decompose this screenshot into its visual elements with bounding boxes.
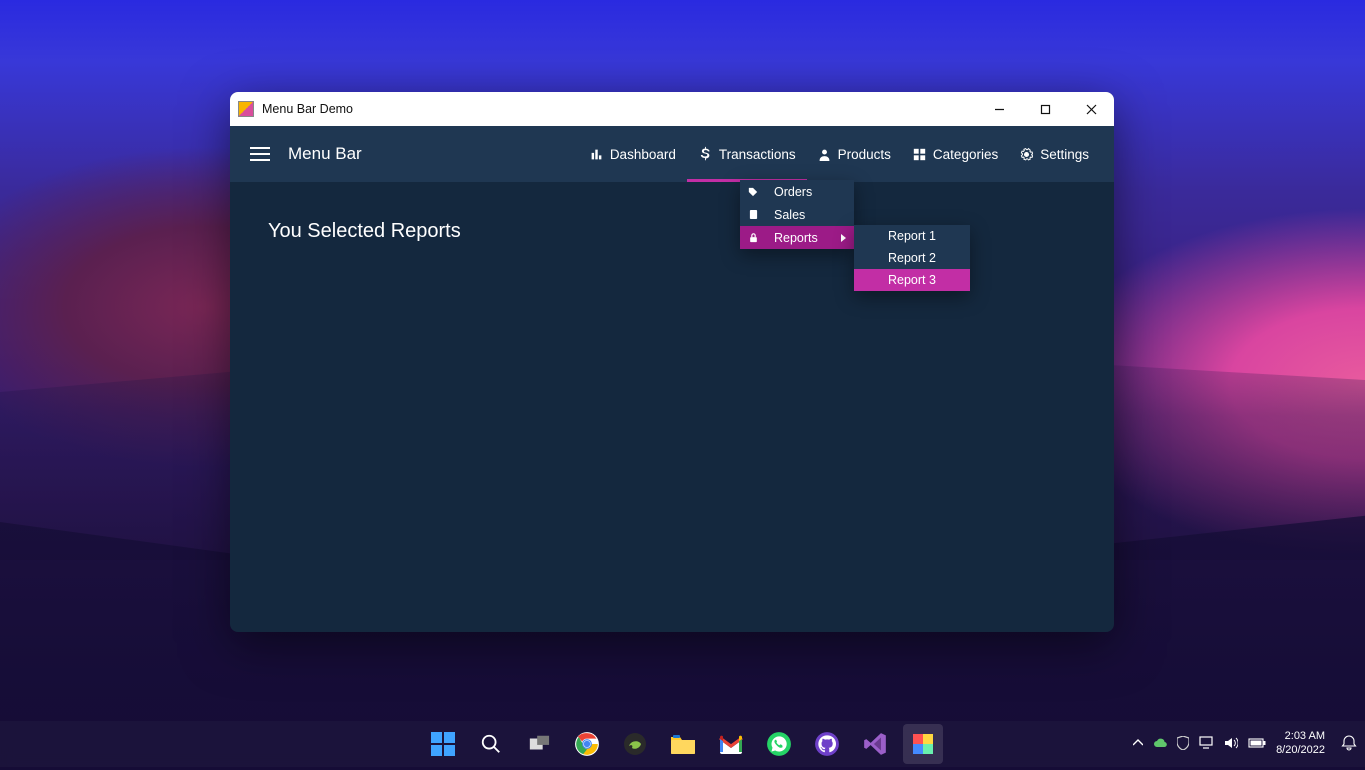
gmail-icon [718, 734, 744, 754]
dropdown-item-reports[interactable]: Reports [740, 226, 854, 249]
tray-cloud-icon[interactable] [1153, 737, 1167, 752]
maximize-button[interactable] [1022, 92, 1068, 126]
nav-label: Categories [933, 147, 998, 162]
tray-date-text: 8/20/2022 [1276, 744, 1325, 758]
search-button[interactable] [471, 724, 511, 764]
nav-label: Settings [1040, 147, 1089, 162]
app-window: Menu Bar Demo Menu Bar Dashboard [230, 92, 1114, 632]
close-button[interactable] [1068, 92, 1114, 126]
gear-icon [1020, 148, 1033, 161]
tray-notification-icon[interactable] [1341, 735, 1357, 754]
whatsapp-icon [766, 731, 792, 757]
taskbar-whatsapp[interactable] [759, 724, 799, 764]
window-title: Menu Bar Demo [262, 102, 976, 116]
nav-dashboard[interactable]: Dashboard [579, 126, 687, 182]
taskbar-running-app[interactable] [903, 724, 943, 764]
nav-label: Products [838, 147, 891, 162]
dropdown-label: Orders [774, 185, 812, 199]
nav: Dashboard Transactions Products Categori… [579, 126, 1100, 182]
tray-volume-icon[interactable] [1224, 737, 1238, 752]
start-button[interactable] [423, 724, 463, 764]
dropdown-item-orders[interactable]: Orders [740, 180, 854, 203]
menubar: Menu Bar Dashboard Transactions Products [230, 126, 1114, 182]
transactions-dropdown: Orders Sales Reports [740, 180, 854, 249]
taskbar-github[interactable] [807, 724, 847, 764]
system-tray: 2:03 AM 8/20/2022 [1133, 730, 1357, 758]
reports-submenu: Report 1 Report 2 Report 3 [854, 225, 970, 291]
submenu-label: Report 2 [888, 251, 936, 265]
app-icon [238, 101, 254, 117]
submenu-item-report2[interactable]: Report 2 [854, 247, 970, 269]
taskview-button[interactable] [519, 724, 559, 764]
nav-label: Transactions [719, 147, 796, 162]
dropdown-label: Reports [774, 231, 818, 245]
taskbar: 2:03 AM 8/20/2022 [0, 721, 1365, 767]
dollar-icon [698, 146, 712, 162]
taskbar-explorer[interactable] [663, 724, 703, 764]
tray-clock[interactable]: 2:03 AM 8/20/2022 [1276, 730, 1325, 758]
search-icon [480, 733, 502, 755]
dropdown-item-sales[interactable]: Sales [740, 203, 854, 226]
titlebar[interactable]: Menu Bar Demo [230, 92, 1114, 126]
tray-chevron-up-icon[interactable] [1133, 738, 1143, 750]
palette-icon [912, 733, 934, 755]
taskbar-app-green[interactable] [615, 724, 655, 764]
hamburger-icon[interactable] [250, 147, 270, 162]
nav-label: Dashboard [610, 147, 676, 162]
nav-transactions[interactable]: Transactions [687, 126, 807, 182]
submenu-item-report1[interactable]: Report 1 [854, 225, 970, 247]
grid-icon [913, 148, 926, 161]
taskbar-gmail[interactable] [711, 724, 751, 764]
folder-icon [670, 733, 696, 755]
chevron-right-icon [841, 231, 846, 245]
lock-icon [748, 233, 758, 243]
submenu-label: Report 3 [888, 273, 936, 287]
chameleon-icon [623, 732, 647, 756]
taskview-icon [528, 734, 550, 754]
person-icon [818, 148, 831, 161]
taskbar-visualstudio[interactable] [855, 724, 895, 764]
tray-shield-icon[interactable] [1177, 736, 1189, 753]
chrome-icon [574, 731, 600, 757]
content-area: You Selected Reports [230, 182, 1114, 281]
taskbar-chrome[interactable] [567, 724, 607, 764]
visualstudio-icon [862, 731, 888, 757]
minimize-button[interactable] [976, 92, 1022, 126]
dashboard-icon [590, 148, 603, 161]
nav-categories[interactable]: Categories [902, 126, 1009, 182]
github-icon [814, 731, 840, 757]
tray-time-text: 2:03 AM [1276, 730, 1325, 744]
tag-icon [748, 187, 758, 197]
menubar-title: Menu Bar [288, 144, 579, 164]
nav-products[interactable]: Products [807, 126, 902, 182]
tray-battery-icon[interactable] [1248, 738, 1266, 751]
document-icon [748, 209, 758, 220]
windows-logo-icon [431, 732, 455, 756]
tray-network-icon[interactable] [1199, 736, 1214, 752]
dropdown-label: Sales [774, 208, 805, 222]
submenu-item-report3[interactable]: Report 3 [854, 269, 970, 291]
submenu-label: Report 1 [888, 229, 936, 243]
nav-settings[interactable]: Settings [1009, 126, 1100, 182]
